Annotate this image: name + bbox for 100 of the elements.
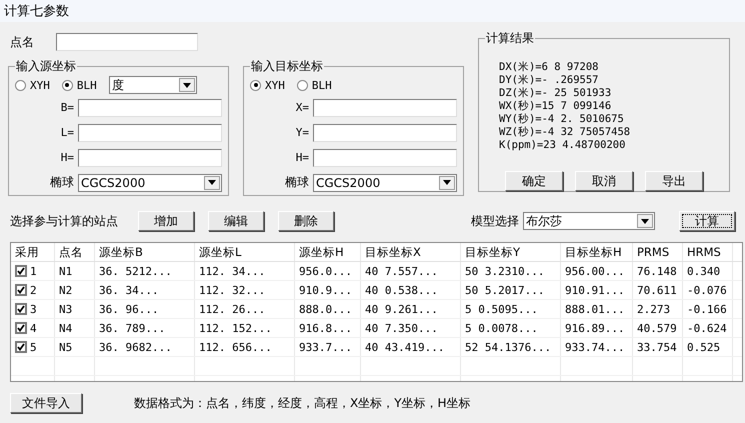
dialog-button[interactable]: 导出 xyxy=(645,171,703,191)
table-cell: 888.01... xyxy=(561,300,633,318)
dialog-button[interactable]: 确定 xyxy=(505,171,563,191)
table-cell: 40 9.261... xyxy=(361,300,461,318)
action-button[interactable]: 删除 xyxy=(278,211,334,231)
table-cell: 112. 26... xyxy=(195,300,295,318)
column-header[interactable]: HRMS xyxy=(683,243,733,261)
action-button[interactable]: 编辑 xyxy=(208,211,264,231)
column-header[interactable]: 源坐标L xyxy=(195,243,295,261)
window-title: 计算七参数 xyxy=(0,0,745,22)
table-cell: 5 0.0078... xyxy=(461,319,561,337)
compute-button[interactable]: 计算 xyxy=(679,211,735,231)
table-cell: 5 xyxy=(30,340,37,354)
input-field[interactable] xyxy=(78,124,222,142)
input-field[interactable] xyxy=(313,124,457,142)
table-cell: 910.91... xyxy=(561,281,633,299)
result-line: WZ(秒)=-4 32 75057458 xyxy=(499,126,632,139)
action-button[interactable]: 增加 xyxy=(138,211,194,231)
column-header[interactable]: 源坐标B xyxy=(95,243,195,261)
field-label: 模型选择 xyxy=(471,212,519,230)
radio-button[interactable] xyxy=(15,80,26,90)
result-line: K(ppm)=23 4.48700200 xyxy=(499,139,626,152)
field-label: L= xyxy=(60,126,74,139)
column-header[interactable]: 采用 xyxy=(11,243,55,261)
table-cell: N3 xyxy=(55,300,95,318)
table-cell: -0.166 xyxy=(683,300,733,318)
radio-label: BLH xyxy=(312,78,332,92)
dialog-button[interactable]: 取消 xyxy=(575,171,633,191)
radio-label: XYH xyxy=(30,78,50,92)
table-cell: 888.0... xyxy=(295,300,361,318)
table-cell: 70.611 xyxy=(633,281,683,299)
table-cell: 916.8... xyxy=(295,319,361,337)
column-header[interactable]: 目标坐标H xyxy=(561,243,633,261)
field-label: 椭球 xyxy=(50,174,74,191)
result-line: DY(米)=- .269557 xyxy=(499,74,600,87)
input-field[interactable] xyxy=(56,33,198,51)
unit-dropdown[interactable]: 度 xyxy=(108,76,197,94)
table-cell: 36. 5212... xyxy=(95,262,195,280)
table-cell: 50 3.2310... xyxy=(461,262,561,280)
table-cell: 52 54.1376... xyxy=(461,338,561,356)
result-line: DX(米)=6 8 97208 xyxy=(499,61,600,74)
radio-button[interactable] xyxy=(296,80,308,90)
result-line: WX(秒)=15 7 099146 xyxy=(499,100,612,113)
table-cell: 33.754 xyxy=(633,338,683,356)
table-cell: 50 5.2017... xyxy=(461,281,561,299)
column-header[interactable]: 目标坐标X xyxy=(361,243,461,261)
result-line: DZ(米)=- 25 501933 xyxy=(499,87,612,100)
table-cell: 1 xyxy=(30,264,37,278)
table-cell: 2 xyxy=(30,284,37,296)
group-title: 输入目标坐标 xyxy=(250,58,324,75)
column-header[interactable]: PRMS xyxy=(633,243,683,261)
field-label: B= xyxy=(60,101,74,114)
checkbox[interactable] xyxy=(15,265,27,277)
table-cell: 36. 96... xyxy=(95,300,195,318)
table-cell: 36. 9682... xyxy=(95,338,195,356)
table-cell: 112. 152... xyxy=(195,319,295,337)
table-cell: 0.525 xyxy=(683,338,733,356)
input-field[interactable] xyxy=(313,98,457,116)
table-cell: 0.340 xyxy=(683,262,733,280)
radio-button[interactable] xyxy=(250,80,261,90)
table-cell: 40 7.557... xyxy=(361,262,461,280)
field-label: 椭球 xyxy=(285,174,309,191)
field-label: 点名 xyxy=(10,34,34,50)
checkbox[interactable] xyxy=(15,284,27,296)
table-cell: 933.74... xyxy=(561,338,633,356)
checkbox[interactable] xyxy=(15,322,27,334)
field-label: H= xyxy=(60,151,74,164)
group-title: 输入源坐标 xyxy=(15,58,77,75)
table-cell: 36. 34... xyxy=(95,281,195,299)
table-cell: 40 7.350... xyxy=(361,319,461,337)
radio-label: BLH xyxy=(76,78,97,92)
group-title: 计算结果 xyxy=(485,30,535,47)
model-dropdown[interactable]: 布尔莎 xyxy=(523,212,655,230)
input-field[interactable] xyxy=(78,148,222,166)
table-cell: 40 0.538... xyxy=(361,281,461,299)
column-header[interactable]: 源坐标H xyxy=(295,243,361,261)
checkbox[interactable] xyxy=(15,341,27,353)
input-field[interactable] xyxy=(78,98,222,116)
radio-button[interactable] xyxy=(62,80,73,90)
table-cell: 2.273 xyxy=(633,300,683,318)
ellipsoid-dropdown[interactable]: CGCS2000 xyxy=(78,174,222,192)
import-button[interactable]: 文件导入 xyxy=(10,393,82,413)
table-cell: -0.076 xyxy=(683,281,733,299)
table-cell: 956.00... xyxy=(561,262,633,280)
table-cell: N1 xyxy=(55,262,95,280)
table-cell: 36. 789... xyxy=(95,319,195,337)
ellipsoid-dropdown[interactable]: CGCS2000 xyxy=(313,174,457,192)
table-cell: 933.7... xyxy=(295,338,361,356)
column-header[interactable]: 目标坐标Y xyxy=(461,243,561,261)
checkbox[interactable] xyxy=(15,303,27,315)
field-label: H= xyxy=(296,151,309,164)
table-cell: 910.9... xyxy=(295,281,361,299)
table-cell: 112. 34... xyxy=(195,262,295,280)
table-cell: 916.89... xyxy=(561,319,633,337)
table-cell: 5 0.5095... xyxy=(461,300,561,318)
table-cell: -0.624 xyxy=(683,319,733,337)
input-field[interactable] xyxy=(313,148,457,166)
column-header[interactable]: 点名 xyxy=(55,243,95,261)
table-cell: 76.148 xyxy=(633,262,683,280)
table-cell: 112. 656... xyxy=(195,338,295,356)
